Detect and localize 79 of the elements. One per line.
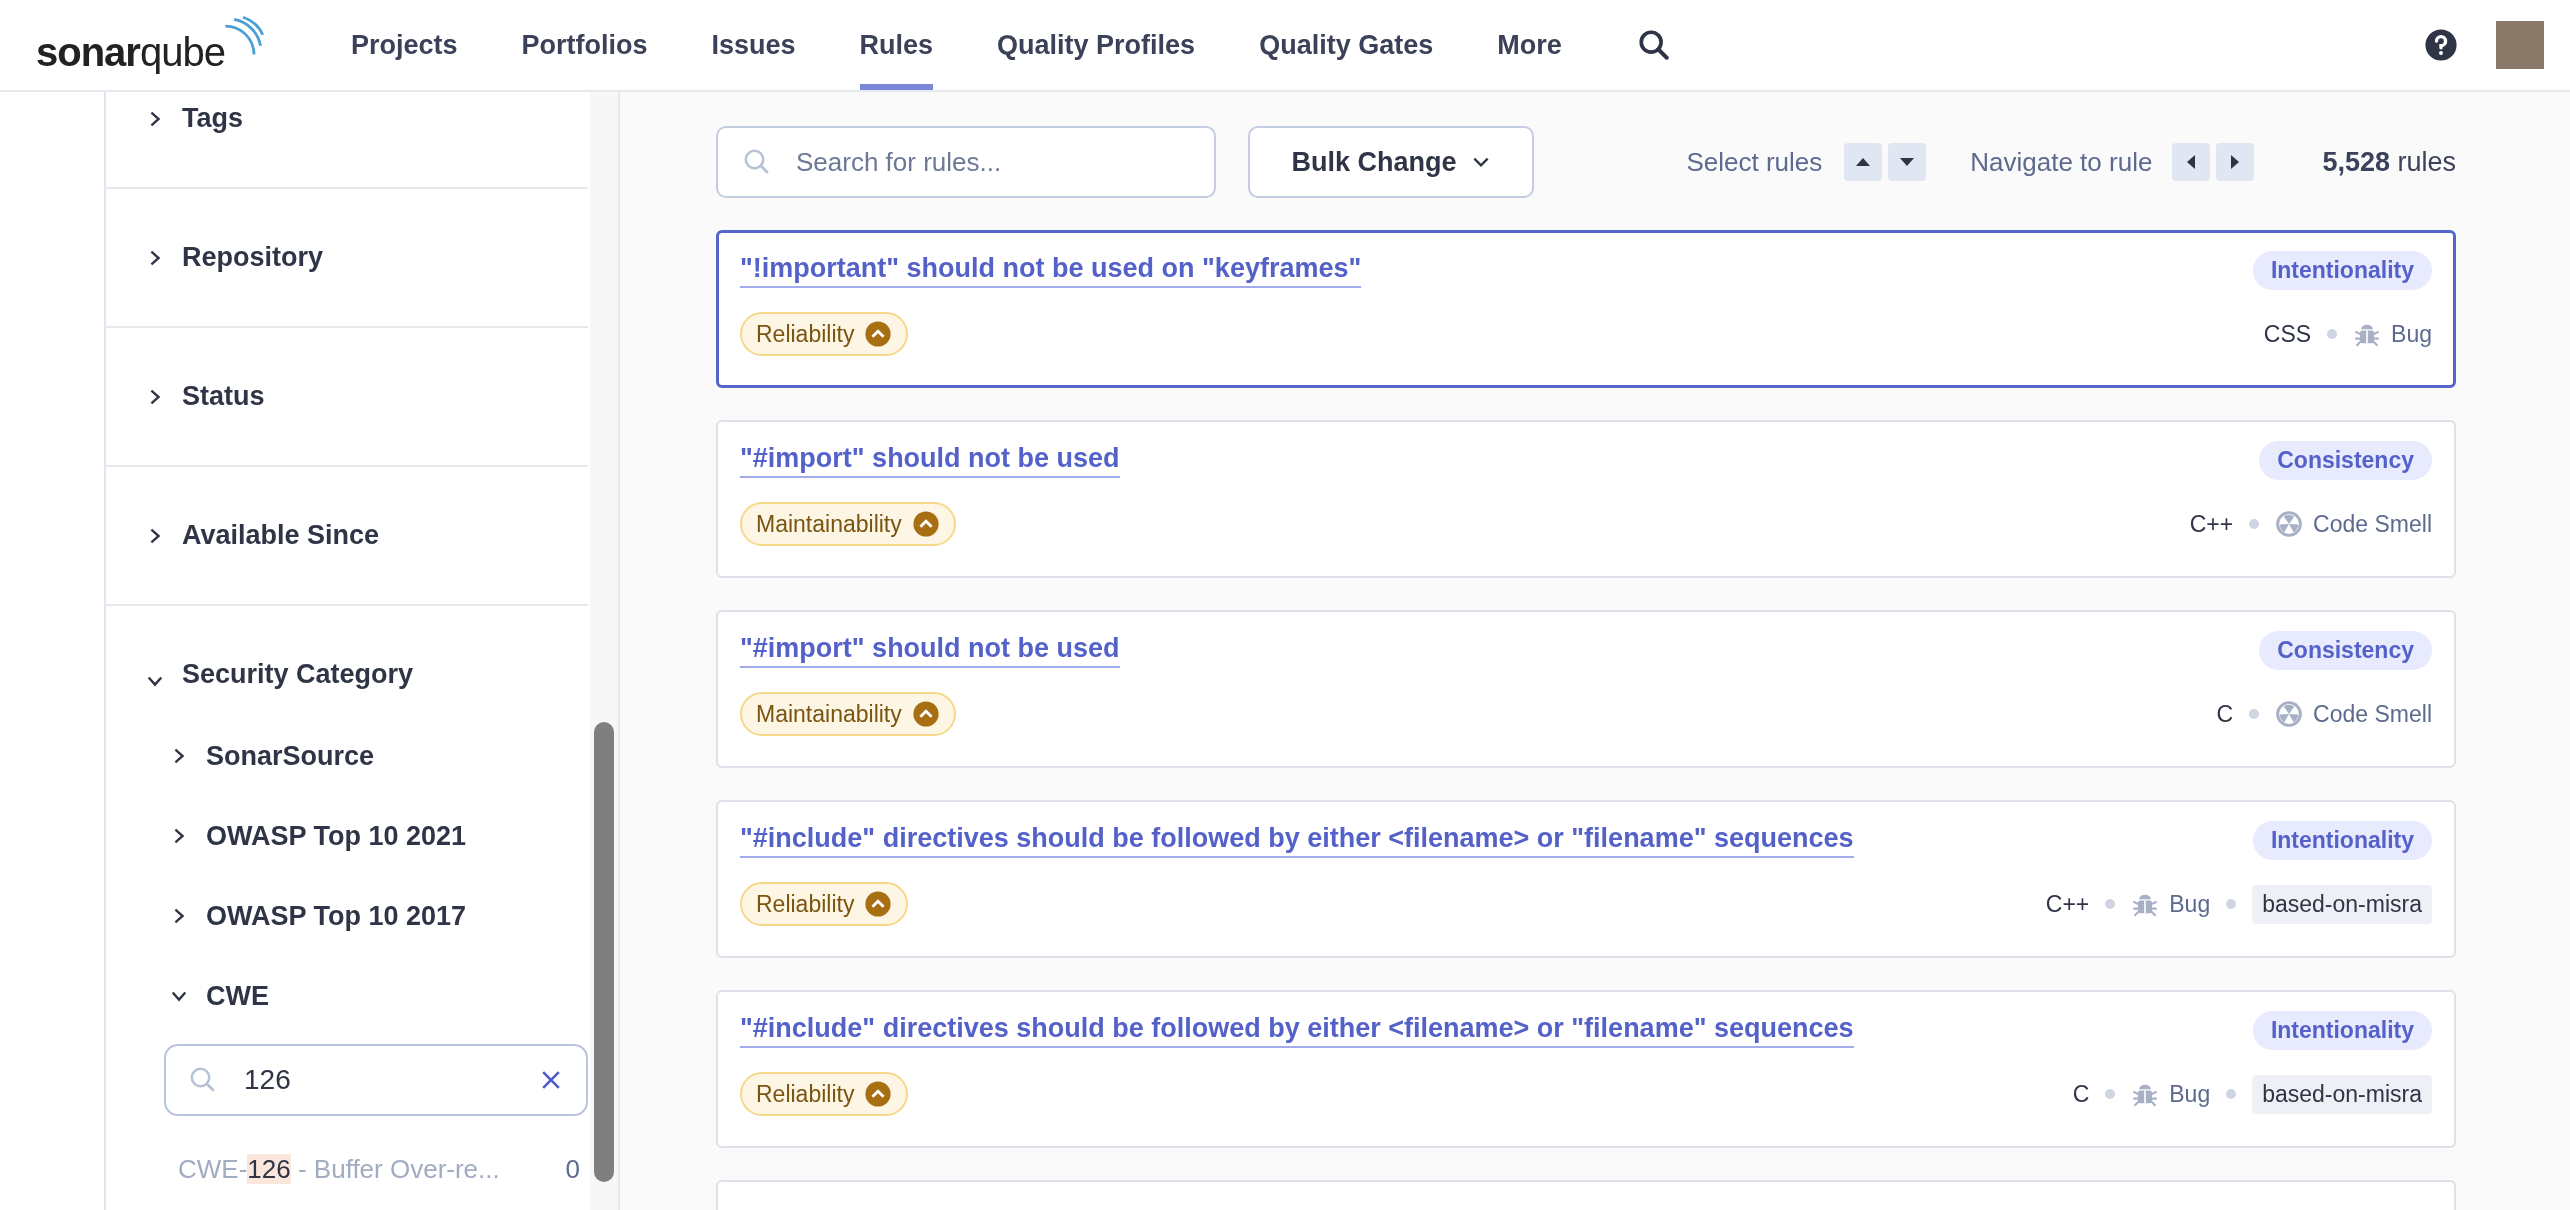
- chevron-up-icon: [864, 1080, 893, 1108]
- separator-dot: [2105, 899, 2116, 909]
- nav-tab[interactable]: Issues: [711, 0, 796, 90]
- sonarqube-logo[interactable]: sonarqube: [36, 15, 265, 75]
- language-label: C: [2072, 1080, 2090, 1108]
- bulk-change-button[interactable]: Bulk Change: [1248, 126, 1534, 198]
- search-input[interactable]: Search for rules...: [794, 145, 1190, 179]
- search-input[interactable]: 126: [242, 1063, 514, 1097]
- search-icon[interactable]: [1636, 28, 1671, 62]
- facet-header[interactable]: Status: [106, 328, 588, 465]
- nav-tab[interactable]: More: [1497, 0, 1562, 90]
- rule-count: 5,528 rules: [2322, 146, 2456, 178]
- rule-card[interactable]: "#import" should not be used Consistency Maintainability C Code Smell: [716, 610, 2456, 768]
- type-label: Code Smell: [2313, 700, 2432, 728]
- arrow-down-key[interactable]: [1888, 143, 1927, 181]
- rule-title-link[interactable]: "#include" directives should be followed by either <filename> or "filename" sequences: [740, 822, 1854, 858]
- type-label: Code Smell: [2313, 510, 2432, 538]
- arrow-right-key[interactable]: [2216, 143, 2255, 181]
- quality-tag: Reliability: [740, 882, 909, 926]
- quality-tag: Maintainability: [740, 692, 956, 736]
- facet-header[interactable]: Tags: [106, 92, 588, 187]
- rule-card[interactable]: "#include" directives should be followed by either <filename> or "filename" sequences Intentionality Reliability C++ Bug based-on-misra: [716, 800, 2456, 958]
- search-field[interactable]: Search for rules...: [716, 126, 1216, 198]
- rule-card[interactable]: "#import" should not be used Consistency Maintainability C++ Code Smell: [716, 420, 2456, 578]
- separator-dot: [2249, 709, 2260, 719]
- chevron-up-icon: [864, 320, 893, 348]
- rule-title-link[interactable]: "#import" should not be used: [740, 442, 1120, 478]
- chevron-up-icon: [911, 700, 940, 728]
- chevron-up-icon: [864, 890, 893, 918]
- attribute-tag: Consistency: [2259, 630, 2432, 670]
- language-label: CSS: [2263, 320, 2312, 348]
- attribute-tag: Consistency: [2259, 440, 2432, 480]
- search-field[interactable]: 126: [164, 1044, 588, 1116]
- rule-title-link[interactable]: "#import" should not be used: [740, 632, 1120, 668]
- facet-subheader[interactable]: OWASP Top 10 2017: [106, 876, 588, 956]
- arrow-left-key[interactable]: [2172, 143, 2211, 181]
- separator-dot: [2249, 519, 2260, 529]
- language-label: C++: [2045, 890, 2090, 918]
- nav-tab[interactable]: Quality Profiles: [997, 0, 1196, 90]
- help-icon[interactable]: [2424, 28, 2458, 62]
- rule-tag: based-on-misra: [2252, 884, 2432, 924]
- type-label: Bug: [2169, 1080, 2211, 1108]
- facet-header[interactable]: Available Since: [106, 467, 588, 604]
- select-rules-label: Select rules: [1686, 146, 1823, 178]
- facet-subheader[interactable]: OWASP Top 10 2021: [106, 796, 588, 876]
- chevron-up-icon: [911, 510, 940, 538]
- code-smell-icon: [2275, 700, 2304, 728]
- facet-subheader[interactable]: CWE: [106, 956, 588, 1036]
- rule-title-link[interactable]: "#include" directives should be followed by either <filename> or "filename" sequences: [740, 1012, 1854, 1048]
- scrollbar-thumb[interactable]: [594, 722, 614, 1182]
- attribute-tag: Intentionality: [2252, 820, 2432, 860]
- type-label: Bug: [2169, 890, 2211, 918]
- arrow-up-key[interactable]: [1844, 143, 1883, 181]
- type-label: Bug: [2391, 320, 2432, 348]
- language-label: C++: [2189, 510, 2234, 538]
- rule-tag: based-on-misra: [2252, 1074, 2432, 1114]
- facet-count: 0: [565, 1154, 580, 1185]
- rule-card[interactable]: "!important" should not be used on "keyframes" Intentionality Reliability CSS Bug: [716, 230, 2456, 388]
- separator-dot: [2327, 329, 2338, 339]
- facet-header[interactable]: Repository: [106, 189, 588, 326]
- separator-dot: [2105, 1089, 2116, 1099]
- nav-tab[interactable]: Portfolios: [521, 0, 648, 90]
- separator-dot: [2226, 1089, 2237, 1099]
- quality-tag: Reliability: [740, 312, 909, 356]
- rule-title-link[interactable]: "!important" should not be used on "keyframes": [740, 252, 1362, 288]
- facet-subheader[interactable]: SonarSource: [106, 716, 588, 796]
- rule-card[interactable]: "#include" directives should be followed by either <filename> or "filename" sequences Intentionality Reliability C Bug based-on-misra: [716, 990, 2456, 1148]
- quality-tag: Reliability: [740, 1072, 909, 1116]
- nav-tab[interactable]: Quality Gates: [1259, 0, 1434, 90]
- navigate-label: Navigate to rule: [1970, 146, 2153, 178]
- attribute-tag: Intentionality: [2252, 250, 2432, 290]
- language-label: C: [2216, 700, 2234, 728]
- code-smell-icon: [2275, 510, 2304, 538]
- attribute-tag: Intentionality: [2252, 1010, 2432, 1050]
- quality-tag: Maintainability: [740, 502, 956, 546]
- facet-header[interactable]: Security Category: [106, 606, 588, 716]
- separator-dot: [2226, 899, 2237, 909]
- nav-tab[interactable]: Projects: [350, 0, 458, 90]
- facet-option[interactable]: CWE-126 - Buffer Over-re...: [178, 1154, 500, 1185]
